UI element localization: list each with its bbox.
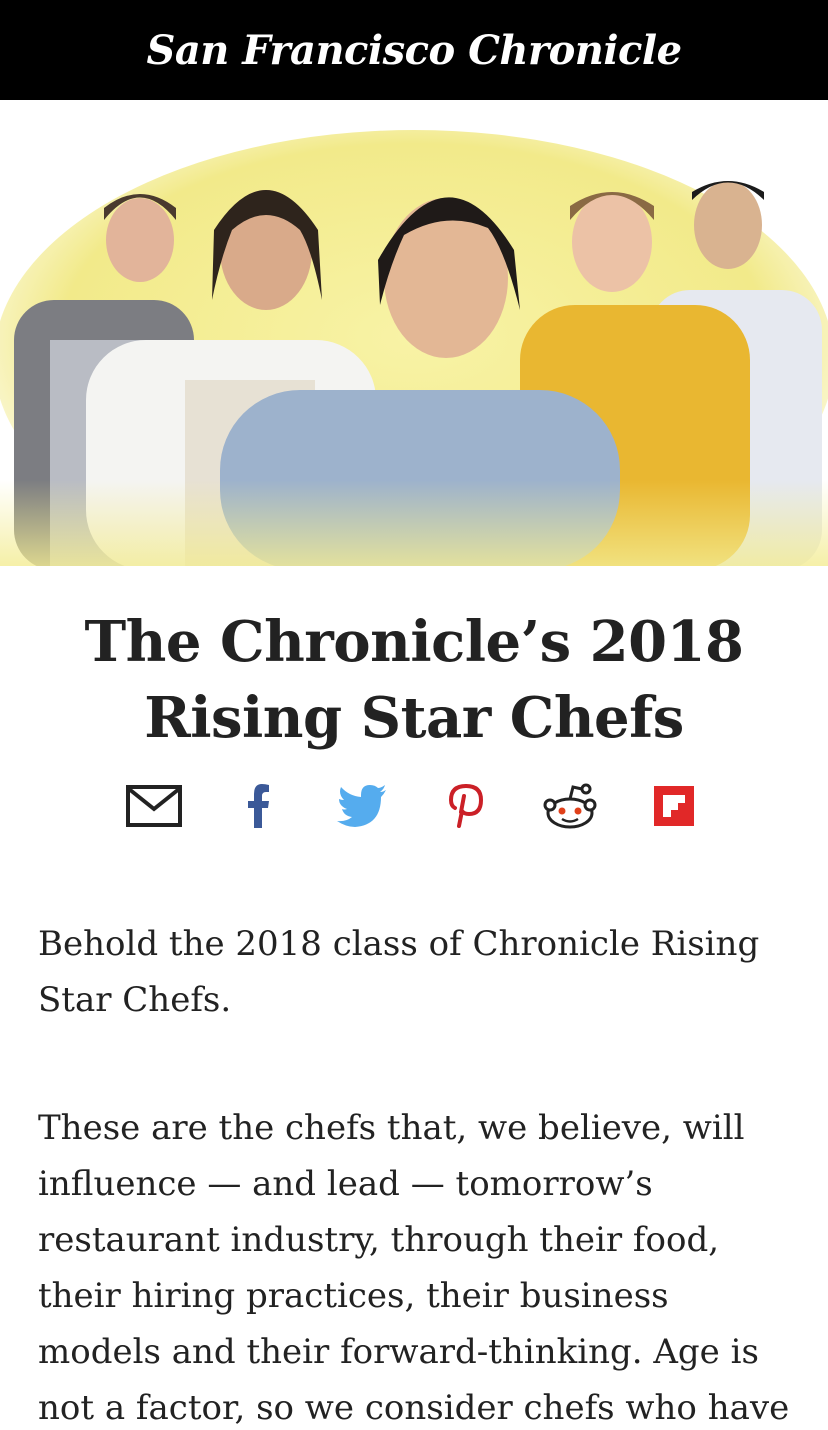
masthead: San Francisco Chronicle xyxy=(0,0,828,100)
share-twitter-button[interactable] xyxy=(334,778,390,834)
envelope-icon xyxy=(126,785,182,827)
reddit-icon xyxy=(543,783,597,829)
twitter-icon xyxy=(337,785,386,827)
share-email-button[interactable] xyxy=(126,778,182,834)
hero-illustration xyxy=(0,100,828,566)
facebook-icon xyxy=(248,784,269,828)
article-paragraph: Behold the 2018 class of Chronicle Risin… xyxy=(38,924,760,1020)
share-reddit-button[interactable] xyxy=(542,778,598,834)
share-facebook-button[interactable] xyxy=(230,778,286,834)
article-body: Behold the 2018 class of Chronicle Risin… xyxy=(38,916,790,1430)
pinterest-icon xyxy=(449,784,483,828)
share-pinterest-button[interactable] xyxy=(438,778,494,834)
share-flipboard-button[interactable] xyxy=(646,778,702,834)
site-logo[interactable]: San Francisco Chronicle xyxy=(146,27,682,74)
share-bar xyxy=(0,776,828,836)
article-title: The Chronicle’s 2018 Rising Star Chefs xyxy=(84,609,744,751)
flipboard-icon xyxy=(654,786,694,826)
hero-image xyxy=(0,100,828,566)
article-paragraph: These are the chefs that, we believe, wi… xyxy=(38,1108,790,1428)
